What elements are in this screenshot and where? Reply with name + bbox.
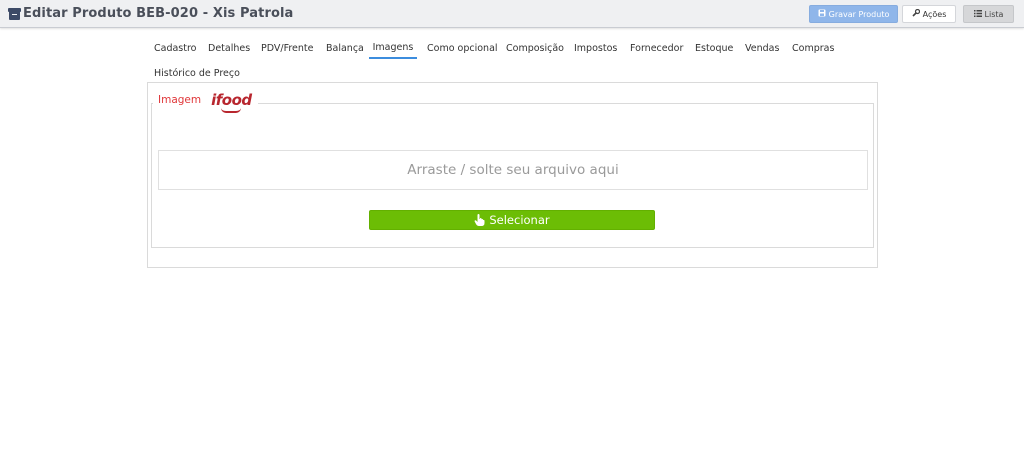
top-bar: Editar Produto BEB-020 - Xis Patrola Gra…	[0, 0, 1024, 28]
tab-composicao[interactable]: Composição	[506, 37, 564, 59]
tab-impostos[interactable]: Impostos	[574, 37, 617, 59]
tab-fornecedor[interactable]: Fornecedor	[630, 37, 683, 59]
ifood-logo-text: ifood	[211, 90, 252, 109]
dropzone-text: Arraste / solte seu arquivo aqui	[407, 162, 619, 178]
image-legend-label: Imagem	[158, 94, 202, 106]
list-label: Lista	[984, 9, 1004, 19]
tab-estoque[interactable]: Estoque	[695, 37, 733, 59]
tab-como-opcional[interactable]: Como opcional	[427, 37, 498, 59]
tab-detalhes[interactable]: Detalhes	[208, 37, 250, 59]
save-product-button[interactable]: Gravar Produto	[809, 5, 898, 23]
list-button[interactable]: Lista	[963, 5, 1014, 23]
tab-cadastro[interactable]: Cadastro	[154, 37, 197, 59]
select-file-button[interactable]: Selecionar	[369, 210, 655, 230]
image-legend: Imagem ifood	[153, 89, 258, 113]
select-file-label: Selecionar	[489, 213, 550, 227]
list-icon	[973, 9, 982, 19]
title-wrap: Editar Produto BEB-020 - Xis Patrola	[8, 6, 293, 21]
tab-imagens[interactable]: Imagens	[369, 37, 417, 59]
actions-button[interactable]: Ações	[902, 5, 956, 23]
page-title: Editar Produto BEB-020 - Xis Patrola	[23, 6, 294, 21]
ifood-logo: ifood	[211, 90, 252, 113]
actions-label: Ações	[922, 9, 947, 19]
save-icon	[818, 9, 826, 19]
file-dropzone[interactable]: Arraste / solte seu arquivo aqui	[158, 150, 868, 190]
ifood-smile-icon	[221, 108, 242, 113]
tab-balanca[interactable]: Balança	[326, 37, 364, 59]
tab-compras[interactable]: Compras	[792, 37, 834, 59]
archive-icon	[8, 7, 21, 20]
wrench-icon	[912, 8, 920, 19]
tab-pdv-frente[interactable]: PDV/Frente	[261, 37, 313, 59]
hand-pointer-icon	[474, 214, 485, 226]
tab-historico-de-preco[interactable]: Histórico de Preço	[154, 62, 240, 84]
save-product-label: Gravar Produto	[828, 9, 890, 19]
tab-vendas[interactable]: Vendas	[745, 37, 779, 59]
